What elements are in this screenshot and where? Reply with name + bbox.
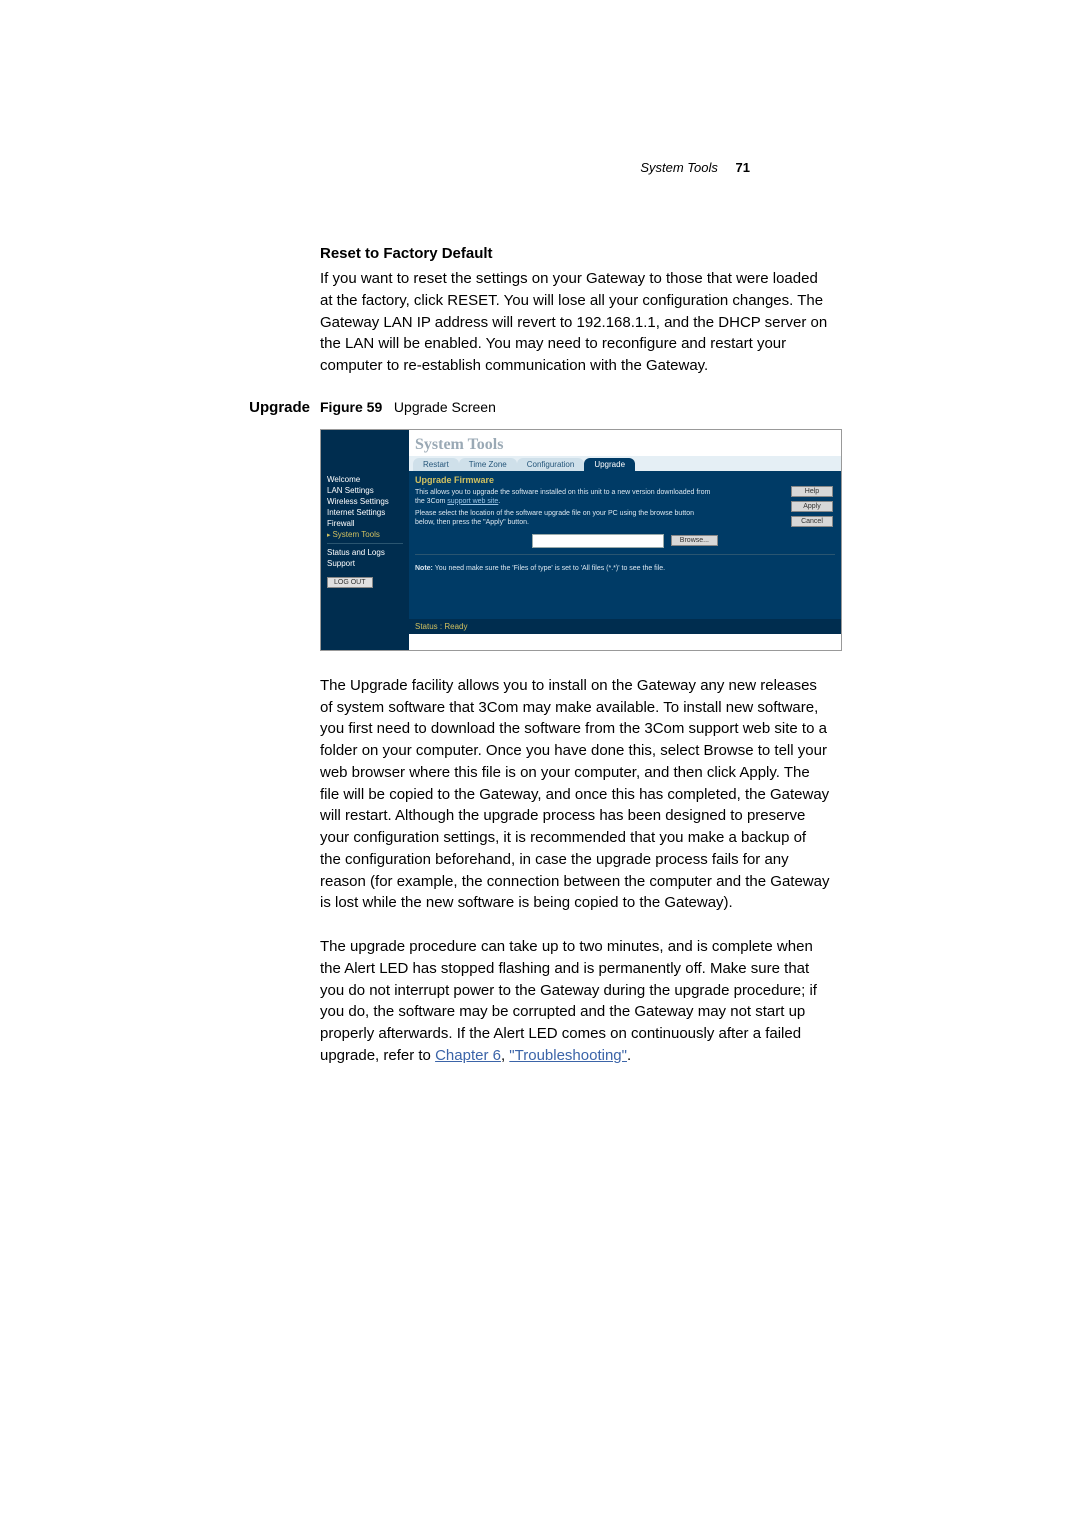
upgrade-para2: The upgrade procedure can take up to two…	[320, 936, 830, 1067]
reset-body: If you want to reset the settings on you…	[320, 268, 830, 377]
apply-button[interactable]: Apply	[791, 501, 833, 512]
screenshot-line1: This allows you to upgrade the software …	[415, 489, 715, 507]
page-header: System Tools 71	[90, 160, 990, 175]
nav-support[interactable]: Support	[327, 558, 403, 569]
nav-wireless[interactable]: Wireless Settings	[327, 496, 403, 507]
file-path-input[interactable]	[532, 534, 664, 548]
browse-button[interactable]: Browse...	[671, 535, 718, 546]
screenshot-note: Note: You need make sure the 'Files of t…	[415, 565, 835, 572]
troubleshooting-link[interactable]: "Troubleshooting"	[509, 1047, 627, 1064]
screenshot-title: System Tools	[409, 430, 841, 456]
upgrade-side-label: Upgrade	[90, 399, 310, 416]
tab-upgrade[interactable]: Upgrade	[584, 458, 635, 471]
page-number: 71	[736, 160, 750, 175]
screenshot-line2: Please select the location of the softwa…	[415, 510, 715, 528]
figure-caption: Figure 59 Upgrade Screen	[320, 399, 830, 415]
tab-configuration[interactable]: Configuration	[517, 458, 585, 471]
nav-lan[interactable]: LAN Settings	[327, 485, 403, 496]
chapter6-link[interactable]: Chapter 6	[435, 1047, 501, 1064]
tab-timezone[interactable]: Time Zone	[459, 458, 517, 471]
screenshot-tabs: Restart Time Zone Configuration Upgrade	[409, 456, 841, 471]
screenshot-section-title: Upgrade Firmware	[415, 475, 835, 485]
figure-number: Figure 59	[320, 399, 382, 415]
header-section: System Tools	[640, 160, 718, 175]
figure-title: Upgrade Screen	[394, 399, 496, 415]
logout-button[interactable]: LOG OUT	[327, 577, 373, 588]
support-site-link[interactable]: support web site	[447, 498, 498, 505]
cancel-button[interactable]: Cancel	[791, 516, 833, 527]
upgrade-para1: The Upgrade facility allows you to insta…	[320, 675, 830, 914]
help-button[interactable]: Help	[791, 486, 833, 497]
upgrade-screenshot: Welcome LAN Settings Wireless Settings I…	[320, 429, 842, 651]
nav-welcome[interactable]: Welcome	[327, 474, 403, 485]
nav-system-tools[interactable]: System Tools	[327, 529, 403, 540]
nav-firewall[interactable]: Firewall	[327, 518, 403, 529]
reset-heading: Reset to Factory Default	[320, 245, 830, 262]
nav-internet[interactable]: Internet Settings	[327, 507, 403, 518]
tab-restart[interactable]: Restart	[413, 458, 459, 471]
nav-status[interactable]: Status and Logs	[327, 547, 403, 558]
status-bar: Status : Ready	[409, 619, 841, 634]
screenshot-sidebar: Welcome LAN Settings Wireless Settings I…	[321, 430, 409, 650]
